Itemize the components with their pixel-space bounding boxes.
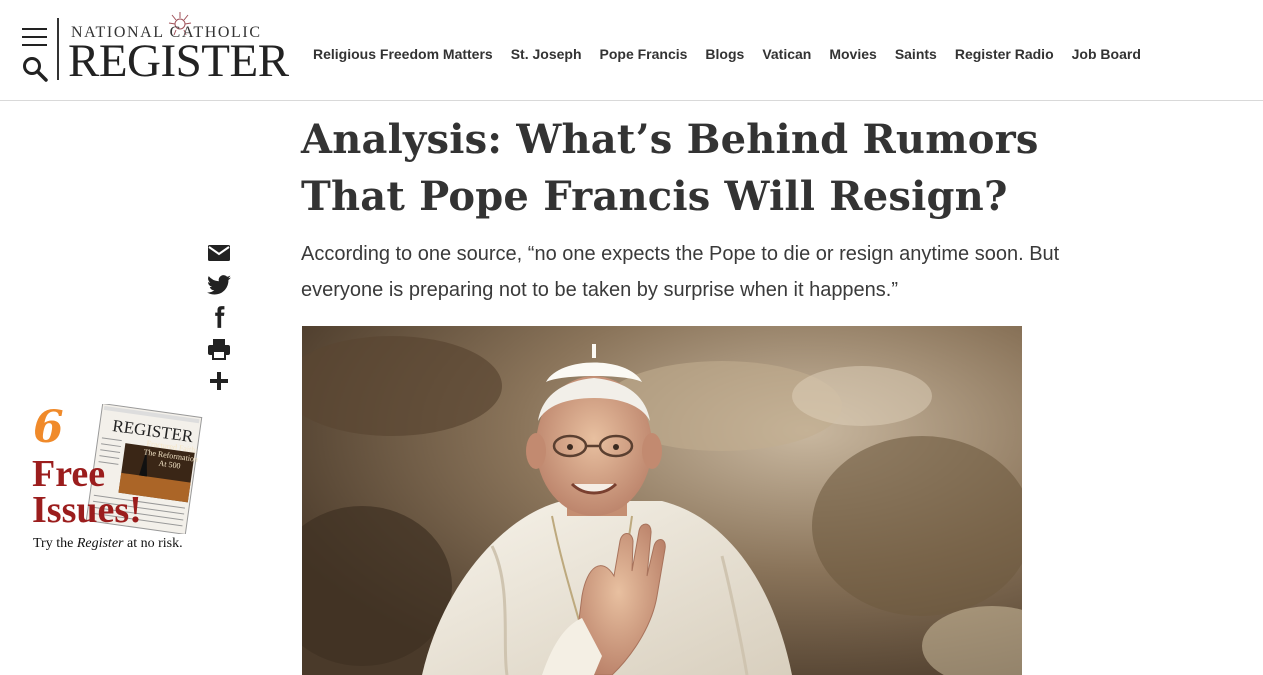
nav-item-pope-francis[interactable]: Pope Francis xyxy=(600,46,688,62)
plus-icon[interactable] xyxy=(206,368,232,394)
nav-item-movies[interactable]: Movies xyxy=(829,46,876,62)
promo-headline-issues: Issues! xyxy=(32,489,142,531)
nav-item-saints[interactable]: Saints xyxy=(895,46,937,62)
article-hero-image xyxy=(302,326,1022,675)
nav-item-st-joseph[interactable]: St. Joseph xyxy=(511,46,582,62)
article-deck: According to one source, “no one expects… xyxy=(301,243,1060,301)
search-icon[interactable] xyxy=(22,56,48,82)
site-logo[interactable]: NATIONAL CATHOLIC REGISTER xyxy=(57,12,302,87)
share-bar xyxy=(206,240,232,400)
promo-headline-free: Free xyxy=(32,453,106,495)
main-nav: Religious Freedom Matters St. Joseph Pop… xyxy=(313,46,1159,62)
twitter-icon[interactable] xyxy=(206,272,232,298)
promo-tag-suffix: at no risk. xyxy=(126,536,183,551)
logo-rule xyxy=(57,18,59,80)
email-icon[interactable] xyxy=(206,240,232,266)
print-icon[interactable] xyxy=(206,336,232,362)
promo-number: 6 xyxy=(33,402,64,453)
nav-item-job-board[interactable]: Job Board xyxy=(1072,46,1141,62)
nav-item-register-radio[interactable]: Register Radio xyxy=(955,46,1054,62)
promo-headline: Free Issues! xyxy=(32,453,142,531)
promo-tag-prefix: Try the xyxy=(33,536,74,551)
nav-item-blogs[interactable]: Blogs xyxy=(705,46,744,62)
hamburger-menu-icon[interactable] xyxy=(22,28,47,46)
article-headline: Analysis: What’s Behind Rumors That Pope… xyxy=(301,116,1039,220)
pope-waving-photo xyxy=(302,326,1022,675)
facebook-icon[interactable] xyxy=(206,304,232,330)
site-header: NATIONAL CATHOLIC REGISTER Religious Fre… xyxy=(0,0,1263,101)
nav-item-vatican[interactable]: Vatican xyxy=(762,46,811,62)
promo-tagline: Try the Register at no risk. xyxy=(33,536,183,552)
free-issues-promo[interactable]: REGISTER Fractured Faith: The Reformatio… xyxy=(30,404,210,556)
promo-tag-emphasis: Register xyxy=(76,536,124,551)
logo-wordmark: REGISTER xyxy=(68,35,289,87)
nav-item-religious-freedom-matters[interactable]: Religious Freedom Matters xyxy=(313,46,493,62)
